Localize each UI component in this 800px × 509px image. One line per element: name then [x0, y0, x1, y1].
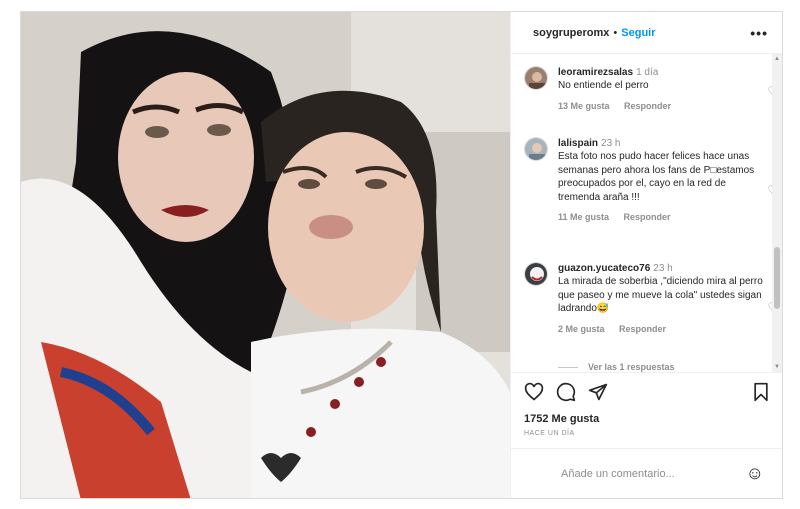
reply-button[interactable]: Responder: [624, 212, 671, 222]
more-options-icon[interactable]: •••: [750, 25, 768, 41]
scrollbar-thumb[interactable]: [774, 247, 780, 309]
post-username[interactable]: soygruperomx: [533, 27, 609, 39]
post-header: soygruperomx • Seguir •••: [511, 12, 782, 54]
comment-meta: 13 Me gusta Responder: [558, 101, 764, 111]
avatar[interactable]: [524, 262, 548, 286]
header-separator: •: [613, 26, 618, 39]
comment-likes[interactable]: 13 Me gusta: [558, 101, 610, 111]
comment-time: 1 día: [636, 67, 659, 78]
comment-time: 23 h: [653, 263, 673, 274]
comment-meta: 2 Me gusta Responder: [558, 324, 764, 334]
comment-body: La mirada de soberbia ,"diciendo mira al…: [558, 276, 763, 315]
comment-username[interactable]: lalispain: [558, 138, 598, 149]
comment-icon[interactable]: [556, 382, 576, 407]
replies-divider: [558, 366, 578, 368]
follow-button[interactable]: Seguir: [621, 27, 655, 39]
share-icon[interactable]: [588, 382, 608, 407]
comment-username[interactable]: guazon.yucateco76: [558, 263, 650, 274]
view-replies-label: Ver las 1 respuestas: [588, 362, 675, 372]
comment-input[interactable]: Añade un comentario...: [561, 468, 746, 480]
comment-likes[interactable]: 11 Me gusta: [558, 212, 609, 222]
add-comment-bar: Añade un comentario... ☺: [511, 448, 782, 498]
comment-username[interactable]: leoramirezsalas: [558, 67, 633, 78]
comment-text: guazon.yucateco76 23 h La mirada de sober…: [558, 262, 764, 316]
reply-button[interactable]: Responder: [624, 101, 671, 111]
comment-item: lalispain 23 h Esta foto nos pudo hacer f…: [524, 137, 779, 222]
avatar[interactable]: [524, 137, 548, 161]
emoji-icon[interactable]: ☺: [746, 463, 764, 484]
post-photo[interactable]: [21, 12, 510, 498]
comments-panel: soygruperomx • Seguir ••• leoramirezsala…: [510, 12, 782, 498]
comment-body: No entiende el perro: [558, 80, 649, 92]
comment-item: guazon.yucateco76 23 h La mirada de sober…: [524, 262, 779, 334]
bookmark-icon[interactable]: [752, 382, 770, 407]
instagram-post: soygruperomx • Seguir ••• leoramirezsala…: [20, 11, 783, 499]
post-photo-illustration: [21, 12, 510, 498]
heart-icon[interactable]: [524, 382, 544, 407]
view-replies-button[interactable]: Ver las 1 respuestas: [558, 362, 675, 372]
scroll-up-icon[interactable]: ▲: [774, 56, 780, 62]
comment-text: leoramirezsalas 1 día No entiende el perr…: [558, 66, 764, 93]
scroll-down-icon[interactable]: ▼: [774, 364, 780, 370]
comments-list: leoramirezsalas 1 día No entiende el perr…: [511, 54, 782, 372]
post-actions: 1752 Me gusta HACE UN DÍA: [511, 372, 782, 437]
comments-scrollbar[interactable]: ▲ ▼: [772, 54, 782, 372]
comment-text: lalispain 23 h Esta foto nos pudo hacer f…: [558, 137, 764, 204]
comment-time: 23 h: [601, 138, 621, 149]
reply-button[interactable]: Responder: [619, 324, 666, 334]
comment-body: Esta foto nos pudo hacer felices hace un…: [558, 151, 755, 203]
comment-likes[interactable]: 2 Me gusta: [558, 324, 605, 334]
comment-meta: 11 Me gusta Responder: [558, 212, 764, 222]
avatar[interactable]: [524, 66, 548, 90]
likes-count[interactable]: 1752 Me gusta: [524, 413, 599, 425]
comment-item: leoramirezsalas 1 día No entiende el perr…: [524, 66, 779, 111]
post-timestamp: HACE UN DÍA: [524, 430, 575, 437]
